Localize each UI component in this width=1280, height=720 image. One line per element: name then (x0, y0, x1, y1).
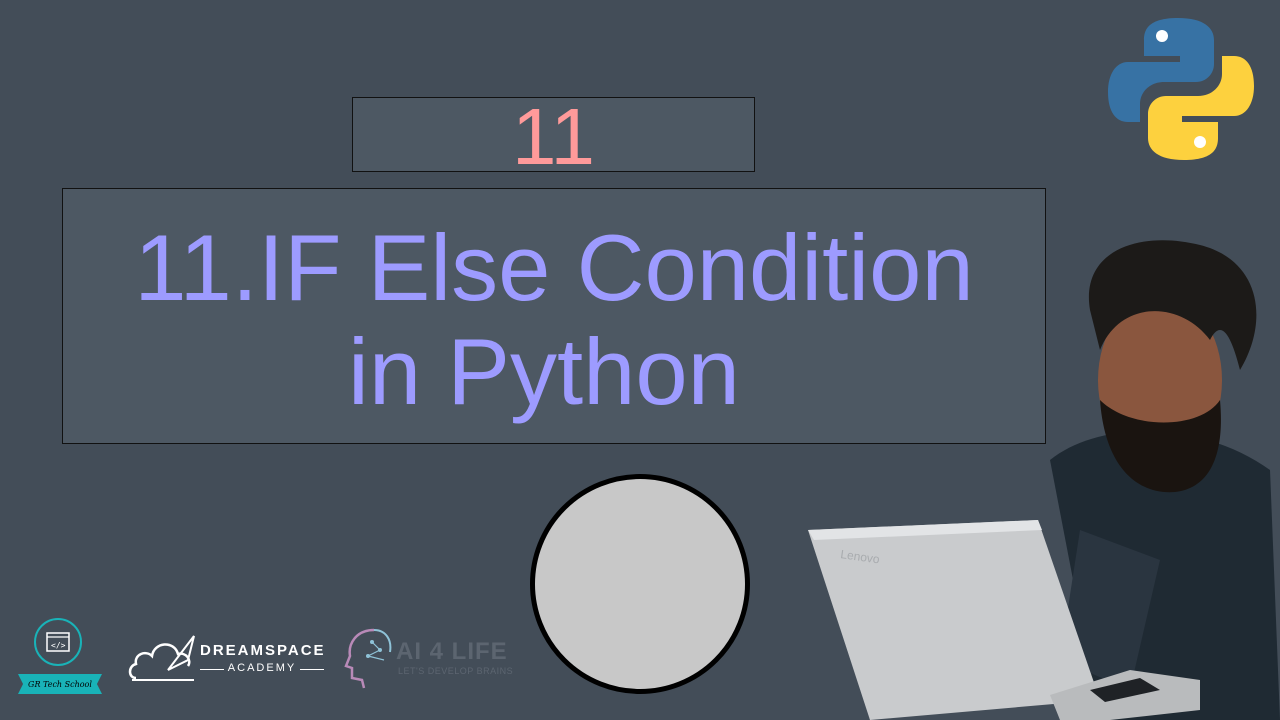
dreamspace-sub: ACADEMY (200, 662, 324, 674)
dreamspace-name: DREAMSPACE (200, 642, 326, 659)
brain-head-icon (344, 628, 392, 689)
instructor-photo: Lenovo (808, 240, 1280, 720)
code-window-icon: </> (34, 618, 82, 666)
gr-tech-school-logo: </> GR Tech School (18, 618, 104, 698)
gr-tech-school-label: GR Tech School (28, 679, 92, 689)
lesson-number: 11 (511, 91, 596, 181)
cloud-rocket-icon (128, 635, 195, 681)
ai4life-tagline: LET'S DEVELOP BRAINS (398, 666, 514, 676)
ai4life-logo: AI 4 LIFE LET'S DEVELOP BRAINS (344, 626, 534, 690)
dreamspace-academy-logo: DREAMSPACE ACADEMY (128, 630, 328, 686)
lesson-number-box: 11 (352, 96, 755, 176)
placeholder-circle (530, 474, 750, 694)
python-logo-icon (1108, 18, 1254, 160)
svg-text:</>: </> (51, 641, 66, 650)
gr-ribbon: GR Tech School (18, 674, 102, 694)
ai4life-name: AI 4 LIFE (396, 638, 508, 665)
